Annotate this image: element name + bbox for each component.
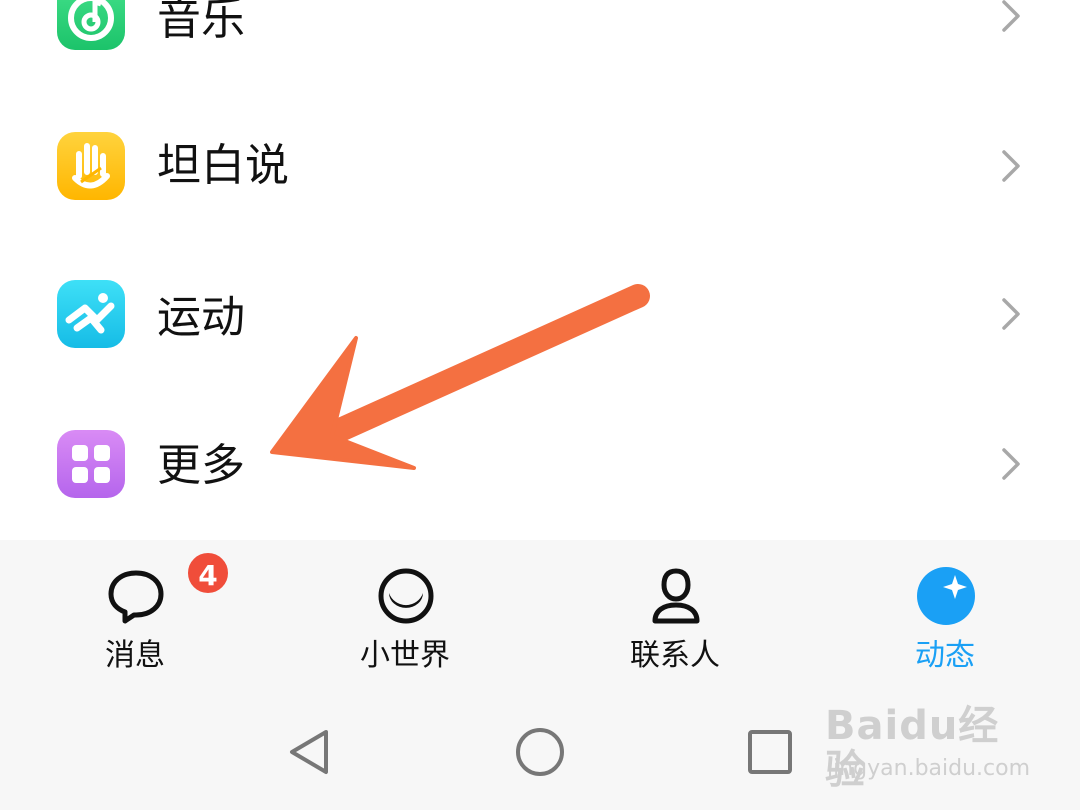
watermark-url: jingyan.baidu.com [827, 756, 1031, 781]
recents-icon[interactable] [740, 722, 800, 782]
list-item-label: 坦白说 [157, 140, 289, 191]
back-icon[interactable] [280, 722, 340, 782]
list-item-label: 运动 [157, 292, 245, 343]
home-icon[interactable] [510, 722, 570, 782]
music-app-icon [57, 0, 125, 50]
star-circle-icon [915, 565, 977, 627]
list-item-sports[interactable]: 运动 [0, 246, 1080, 386]
list-item-music[interactable]: 音乐 [0, 0, 1080, 90]
tab-label: 小世界 [360, 638, 450, 673]
contact-person-icon [645, 565, 707, 627]
bottom-tab-bar: 4 消息 小世界 联系人 动态 [0, 540, 1080, 692]
tab-label: 动态 [915, 638, 975, 673]
chevron-right-icon [1000, 296, 1022, 332]
tab-messages[interactable]: 4 消息 [35, 540, 235, 692]
feature-list: 音乐 坦白说 运动 更多 [0, 0, 1080, 540]
unread-badge: 4 [185, 550, 231, 596]
hand-app-icon [57, 132, 125, 200]
chat-bubble-icon [105, 565, 167, 627]
list-item-tanbaishuo[interactable]: 坦白说 [0, 96, 1080, 236]
baidu-jingyan-watermark: Baidu经验 jingyan.baidu.com [825, 690, 1035, 792]
chevron-right-icon [1000, 148, 1022, 184]
tab-small-world[interactable]: 小世界 [305, 540, 505, 692]
tab-moments[interactable]: 动态 [845, 540, 1045, 692]
chevron-right-icon [1000, 0, 1022, 34]
small-world-icon [375, 565, 437, 627]
list-item-label: 音乐 [157, 0, 245, 45]
running-app-icon [57, 280, 125, 348]
tab-contacts[interactable]: 联系人 [575, 540, 775, 692]
tab-label: 消息 [105, 638, 165, 673]
list-item-label: 更多 [157, 440, 245, 491]
grid-app-icon [57, 430, 125, 498]
list-item-more[interactable]: 更多 [0, 396, 1080, 536]
chevron-right-icon [1000, 446, 1022, 482]
tab-label: 联系人 [630, 638, 720, 673]
